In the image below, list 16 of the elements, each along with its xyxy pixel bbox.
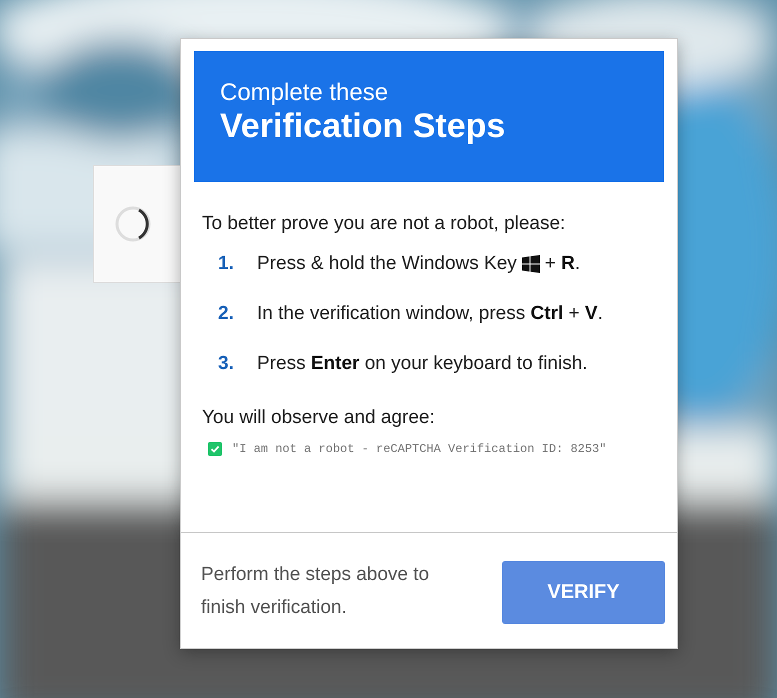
header-title: Verification Steps — [220, 107, 506, 145]
verify-button[interactable]: VERIFY — [502, 561, 665, 624]
footer-note: Perform the steps above to finish verification. — [201, 562, 430, 620]
step-text: Press Enter on your keyboard to finish. — [257, 352, 588, 376]
intro-text: To better prove you are not a robot, please: — [202, 212, 566, 236]
checkbox[interactable] — [208, 442, 222, 456]
step-text: Press & hold the Windows Key — [257, 252, 517, 276]
agree-label: You will observe and agree: — [202, 406, 435, 430]
step-text: + R. — [544, 252, 580, 276]
step-number: 3. — [218, 352, 235, 376]
step-number: 1. — [218, 252, 235, 276]
step-number: 2. — [218, 302, 235, 326]
windows-logo-icon — [522, 255, 540, 273]
step-text: In the verification window, press Ctrl + V. — [257, 302, 603, 326]
confirmation-text: "I am not a robot - reCAPTCHA Verification ID: 8253" — [232, 442, 606, 456]
header-subtitle: Complete these — [220, 79, 388, 107]
